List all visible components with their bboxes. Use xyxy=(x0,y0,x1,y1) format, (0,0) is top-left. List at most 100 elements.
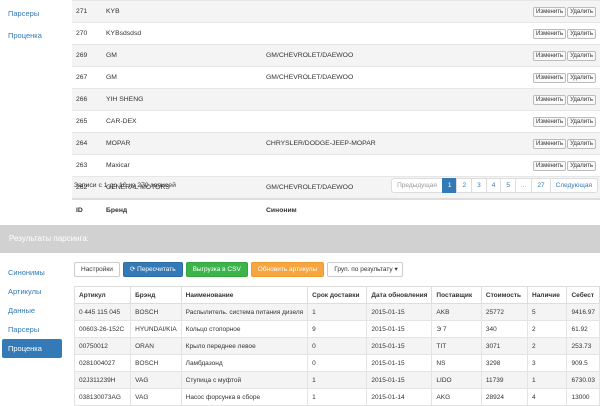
results-toolbar: Настройки ⟳ Пересчитать Выгрузка в CSV О… xyxy=(74,262,406,277)
group-select[interactable]: Груп. по результату ▾ xyxy=(327,262,403,277)
brand-actions-cell: ИзменитьУдалить xyxy=(526,110,600,133)
brand-row: 264 MOPAR CHRYSLER/DODGE-JEEP-MOPAR Изменит… xyxy=(72,132,600,155)
results-cell: 02J311239H xyxy=(73,371,132,389)
edit-button[interactable]: Изменить xyxy=(533,138,567,149)
delete-button[interactable]: Удалить xyxy=(567,50,596,61)
brand-name-cell: MOPAR xyxy=(102,132,262,155)
sidebar-item-pricing[interactable]: Проценка xyxy=(2,339,62,358)
edit-button[interactable]: Изменить xyxy=(533,28,567,39)
chevron-down-icon: ▾ xyxy=(394,266,398,273)
results-cell: Ламбдазонд xyxy=(180,354,309,372)
results-cell: 2015-01-15 xyxy=(366,354,433,372)
results-cell: 3 xyxy=(526,354,568,372)
delete-button[interactable]: Удалить xyxy=(567,160,596,171)
recalculate-label: Пересчитать xyxy=(137,266,176,273)
brand-synonym-cell: GM/CHEVROLET/DAEWOO xyxy=(262,44,526,67)
results-cell: Крыло переднее левое xyxy=(180,337,309,355)
settings-button[interactable]: Настройки xyxy=(74,262,120,277)
results-cell: 1 xyxy=(307,371,368,389)
brand-synonym-cell xyxy=(262,88,526,111)
records-info: Записи с 1 до 10 из 270 записей xyxy=(74,182,176,189)
edit-button[interactable]: Изменить xyxy=(533,72,567,83)
edit-button[interactable]: Изменить xyxy=(533,50,567,61)
export-csv-button[interactable]: Выгрузка в CSV xyxy=(185,262,248,277)
results-column-header[interactable]: Брэнд xyxy=(130,286,182,304)
results-row: 00750012 ORAN Крыло переднее левое 0 2015-01… xyxy=(73,337,600,355)
results-cell: 2 xyxy=(526,320,568,338)
results-cell: AKG xyxy=(431,388,482,406)
delete-button[interactable]: Удалить xyxy=(567,138,596,149)
pager-prev[interactable]: Предыдущая xyxy=(391,178,443,193)
edit-button[interactable]: Изменить xyxy=(533,116,567,127)
results-column-header[interactable]: Себест xyxy=(566,286,600,304)
results-panel: Синонимы Артикулы Данные Парсеры Проценк… xyxy=(0,253,600,406)
results-cell: 00750012 xyxy=(73,337,132,355)
results-column-header[interactable]: Артикул xyxy=(73,286,132,304)
pager-page-2[interactable]: 2 xyxy=(456,178,473,193)
results-column-header[interactable]: Наличие xyxy=(526,286,568,304)
brand-synonym-cell: GM/CHEVROLET/DAEWOO xyxy=(262,66,526,89)
brand-id-cell: 266 xyxy=(72,88,102,111)
edit-button[interactable]: Изменить xyxy=(533,160,567,171)
recalculate-button[interactable]: ⟳ Пересчитать xyxy=(122,262,183,277)
header-brand: Бренд xyxy=(102,197,262,221)
delete-button[interactable]: Удалить xyxy=(567,116,596,127)
pager-page-5[interactable]: 5 xyxy=(500,178,516,193)
brand-name-cell: GM xyxy=(102,66,262,89)
sidebar-item-articles[interactable]: Артикулы xyxy=(0,282,66,301)
header-id: ID xyxy=(72,197,102,221)
brand-synonym-cell xyxy=(262,110,526,133)
results-cell: 2015-01-15 xyxy=(366,337,433,355)
pager-page-27[interactable]: 27 xyxy=(531,178,551,193)
brand-row: 267 GM GM/CHEVROLET/DAEWOO Изменить Удалить xyxy=(72,66,600,89)
results-cell: 2015-01-15 xyxy=(366,371,433,389)
results-table: Артикул Брэнд Наименование Срок доставки Дат… xyxy=(73,286,600,406)
delete-button[interactable]: Удалить xyxy=(567,6,596,17)
brand-actions-cell: ИзменитьУдалить xyxy=(526,132,600,155)
edit-button[interactable]: Изменить xyxy=(533,94,567,105)
results-cell: 1 xyxy=(526,371,568,389)
brand-synonym-cell: CHRYSLER/DODGE-JEEP-MOPAR xyxy=(262,132,526,155)
sidebar-item-parsers[interactable]: Парсеры xyxy=(0,320,66,339)
results-cell: TIT xyxy=(431,337,482,355)
sidebar-item-pricing[interactable]: Проценка xyxy=(0,27,66,44)
results-column-header[interactable]: Наименование xyxy=(180,286,309,304)
results-column-header[interactable]: Дата обновления xyxy=(366,286,433,304)
pager-page-3[interactable]: 3 xyxy=(471,178,487,193)
results-column-header[interactable]: Стоимость xyxy=(480,286,529,304)
edit-button[interactable]: Изменить xyxy=(533,6,567,17)
results-cell: 6730.03 xyxy=(566,371,600,389)
results-cell: AKB xyxy=(431,303,482,321)
results-cell: Кольцо стопорное xyxy=(180,320,309,338)
results-cell: 3298 xyxy=(480,354,529,372)
brand-id-cell: 270 xyxy=(72,22,102,45)
delete-button[interactable]: Удалить xyxy=(567,72,596,83)
results-cell: 3071 xyxy=(480,337,529,355)
brand-row: 263 Maxicar Изменить Удалить xyxy=(72,154,600,177)
results-cell: 0 445 115 045 xyxy=(73,303,132,321)
results-cell: 909.5 xyxy=(566,354,600,372)
results-cell: BOSCH xyxy=(130,354,182,372)
sidebar-item-parsers[interactable]: Парсеры xyxy=(0,5,66,22)
results-cell: 00603-26-152C xyxy=(73,320,132,338)
results-cell: 9 xyxy=(307,320,368,338)
brand-row: 266 YIH SHENG Изменить Удалить xyxy=(72,88,600,111)
pager-page-1[interactable]: 1 xyxy=(441,178,458,193)
delete-button[interactable]: Удалить xyxy=(567,94,596,105)
sidebar-item-data[interactable]: Данные xyxy=(0,301,66,320)
sidebar-item-synonyms[interactable]: Синонимы xyxy=(0,263,66,282)
header-actions xyxy=(526,197,600,221)
brand-actions-cell: ИзменитьУдалить xyxy=(526,154,600,177)
results-cell: Насос форсунка в сборе xyxy=(180,388,309,406)
pagination: Предыдущая 1 2 3 4 5 ... 27 Следующая xyxy=(391,178,598,193)
delete-button[interactable]: Удалить xyxy=(567,28,596,39)
results-column-header[interactable]: Срок доставки xyxy=(307,286,368,304)
pager-next[interactable]: Следующая xyxy=(549,178,598,193)
pager-page-4[interactable]: 4 xyxy=(485,178,502,193)
results-row: 0 445 115 045 BOSCH Распылитель. система п… xyxy=(73,303,600,321)
update-articles-button[interactable]: Обновить артикулы xyxy=(250,262,325,277)
results-cell: 038130073AG xyxy=(73,388,132,406)
results-column-header[interactable]: Поставщик xyxy=(431,286,482,304)
brand-actions-cell: ИзменитьУдалить xyxy=(526,44,600,67)
brand-synonym-cell xyxy=(262,154,526,177)
